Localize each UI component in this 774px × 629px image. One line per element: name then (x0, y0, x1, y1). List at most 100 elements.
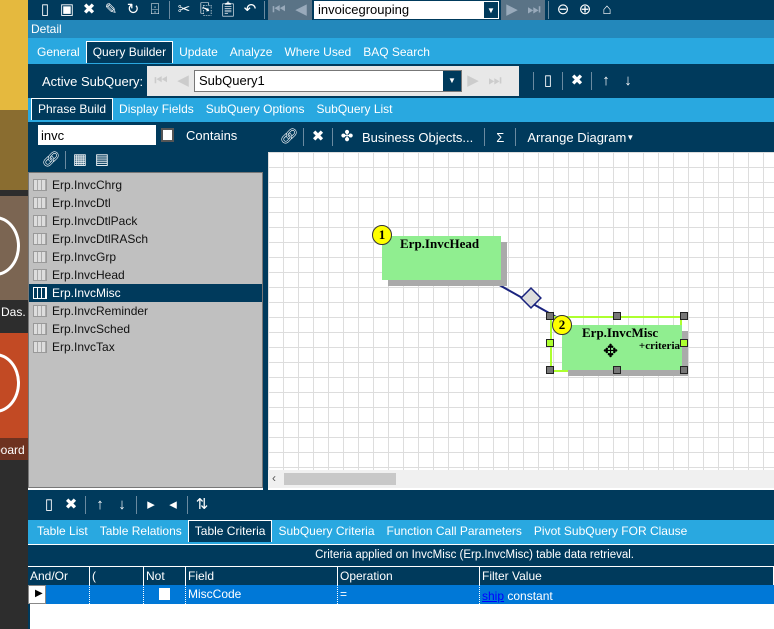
column-header[interactable]: Operation (338, 567, 480, 586)
subtab-subquery-list[interactable]: SubQuery List (310, 98, 398, 120)
table-icon (33, 287, 47, 299)
subquery-select[interactable]: SubQuery1 ▼ (194, 70, 462, 92)
list-item[interactable]: Erp.InvcChrg (29, 176, 262, 194)
list-item[interactable]: Erp.InvcMisc (29, 284, 262, 302)
save-icon[interactable]: ▣ (56, 0, 78, 20)
not-checkbox[interactable] (159, 588, 170, 600)
list-item[interactable]: Erp.InvcTax (29, 338, 262, 356)
sigma-button[interactable]: Σ (496, 130, 504, 145)
column-header[interactable]: Filter Value (480, 567, 774, 586)
refresh-icon[interactable]: ↻ (122, 0, 144, 20)
calculator-icon[interactable]: ▤ (91, 150, 113, 170)
undo-icon[interactable]: ↶ (239, 0, 261, 20)
tab-where-used[interactable]: Where Used (278, 41, 357, 63)
bottom-tab-subquery-criteria[interactable]: SubQuery Criteria (272, 520, 380, 542)
link-icon[interactable]: 🔗︎ (278, 127, 300, 147)
next-subquery-icon[interactable]: ▶ (462, 71, 484, 91)
diagram-canvas[interactable]: Erp.InvcHead 1 Erp.InvcMisc +criteria 2 ✥ (268, 152, 774, 470)
business-objects-icon[interactable]: ✤ (336, 127, 358, 147)
filter-value-link[interactable]: ship (482, 589, 504, 603)
column-header[interactable]: Field (186, 567, 338, 586)
list-item[interactable]: Erp.InvcDtl (29, 194, 262, 212)
and-or-cell[interactable] (46, 585, 90, 604)
bottom-tab-pivot-subquery-for-clause[interactable]: Pivot SubQuery FOR Clause (528, 520, 693, 542)
delete-icon[interactable]: ✖ (307, 127, 329, 147)
record-select[interactable]: invoicegrouping ▼ (314, 1, 499, 19)
last-record-icon[interactable]: ⏭ (523, 0, 545, 20)
back-icon[interactable]: ⊖ (552, 0, 574, 20)
diagram-hscrollbar[interactable]: ‹ (268, 470, 774, 488)
delete-subquery-icon[interactable]: ✖ (566, 71, 588, 91)
new-subquery-icon[interactable]: ▯ (537, 71, 559, 91)
scroll-left-icon[interactable]: ‹ (272, 471, 276, 485)
list-item[interactable]: Erp.InvcGrp (29, 248, 262, 266)
main-tabs: General Query Builder Update Analyze Where U… (28, 38, 774, 64)
tab-query-builder[interactable]: Query Builder (85, 41, 174, 63)
edit-icon[interactable]: ✎ (100, 0, 122, 20)
operation-cell[interactable]: = (338, 585, 480, 604)
tab-update[interactable]: Update (173, 41, 224, 63)
board-tile[interactable] (0, 333, 28, 438)
column-header[interactable]: Not (144, 567, 186, 586)
paren-cell[interactable] (90, 585, 144, 604)
dashboard-tile[interactable] (0, 196, 28, 300)
home-icon[interactable]: ⌂ (596, 0, 618, 20)
table-name: Erp.InvcHead (52, 268, 125, 282)
subtab-display-fields[interactable]: Display Fields (113, 98, 200, 120)
table-row[interactable]: ▶ MiscCode = ship constant (28, 585, 774, 604)
business-objects-button[interactable]: Business Objects... (362, 130, 473, 145)
bottom-tab-table-list[interactable]: Table List (31, 520, 94, 542)
tile-label: Das. (1, 305, 26, 319)
chevron-down-icon[interactable]: ▼ (483, 1, 499, 19)
new-criteria-icon[interactable]: ▯ (38, 495, 60, 515)
last-subquery-icon[interactable]: ⏭ (484, 71, 506, 91)
list-item[interactable]: Erp.InvcReminder (29, 302, 262, 320)
indent-right-icon[interactable]: ▸ (140, 495, 162, 515)
chevron-down-icon[interactable]: ▼ (443, 71, 461, 91)
clear-icon[interactable]: ⌹ (144, 0, 166, 20)
diagram-node-invchead[interactable]: Erp.InvcHead (382, 236, 501, 280)
move-up-icon[interactable]: ↑ (89, 495, 111, 515)
contains-checkbox[interactable] (161, 128, 174, 142)
column-header[interactable]: ( (90, 567, 144, 586)
prev-subquery-icon[interactable]: ◀ (172, 71, 194, 91)
copy-icon[interactable]: ⎘ (195, 0, 217, 20)
subtab-phrase-build[interactable]: Phrase Build (31, 98, 114, 120)
filter-value-cell[interactable]: ship constant (480, 585, 774, 604)
list-item[interactable]: Erp.InvcHead (29, 266, 262, 284)
table-name: Erp.InvcGrp (52, 250, 117, 264)
tab-analyze[interactable]: Analyze (224, 41, 279, 63)
not-cell[interactable] (144, 585, 186, 604)
forward-icon[interactable]: ⊕ (574, 0, 596, 20)
tab-baq-search[interactable]: BAQ Search (357, 41, 436, 63)
bottom-tab-function-call-parameters[interactable]: Function Call Parameters (381, 520, 528, 542)
bottom-tab-table-relations[interactable]: Table Relations (94, 520, 188, 542)
arrange-diagram-button[interactable]: Arrange Diagram (527, 130, 626, 145)
delete-criteria-icon[interactable]: ✖ (60, 495, 82, 515)
table-search-input[interactable] (38, 125, 156, 145)
sort-icon[interactable]: ⇅ (191, 495, 213, 515)
list-item[interactable]: Erp.InvcDtlPack (29, 212, 262, 230)
delete-icon[interactable]: ✖ (78, 0, 100, 20)
list-item[interactable]: Erp.InvcSched (29, 320, 262, 338)
table-icon[interactable]: ▦ (69, 150, 91, 170)
next-record-icon[interactable]: ▶ (501, 0, 523, 20)
cut-icon[interactable]: ✂ (173, 0, 195, 20)
move-down-icon[interactable]: ↓ (617, 71, 639, 91)
indent-left-icon[interactable]: ◂ (162, 495, 184, 515)
field-cell[interactable]: MiscCode (186, 585, 338, 604)
tab-general[interactable]: General (31, 41, 86, 63)
diagram-node-invcmisc[interactable]: Erp.InvcMisc +criteria (562, 325, 682, 370)
paste-icon[interactable]: 📋︎ (217, 0, 239, 20)
list-item[interactable]: Erp.InvcDtlRASch (29, 230, 262, 248)
move-down-icon[interactable]: ↓ (111, 495, 133, 515)
bottom-tab-table-criteria[interactable]: Table Criteria (187, 520, 273, 542)
column-header[interactable]: And/Or (28, 567, 90, 586)
link-icon[interactable]: 🔗︎ (40, 150, 62, 170)
new-icon[interactable]: ▯ (34, 0, 56, 20)
first-record-icon[interactable]: ⏮ (268, 0, 290, 20)
first-subquery-icon[interactable]: ⏮ (150, 71, 172, 91)
prev-record-icon[interactable]: ◀ (290, 0, 312, 20)
move-up-icon[interactable]: ↑ (595, 71, 617, 91)
subtab-subquery-options[interactable]: SubQuery Options (200, 98, 311, 120)
